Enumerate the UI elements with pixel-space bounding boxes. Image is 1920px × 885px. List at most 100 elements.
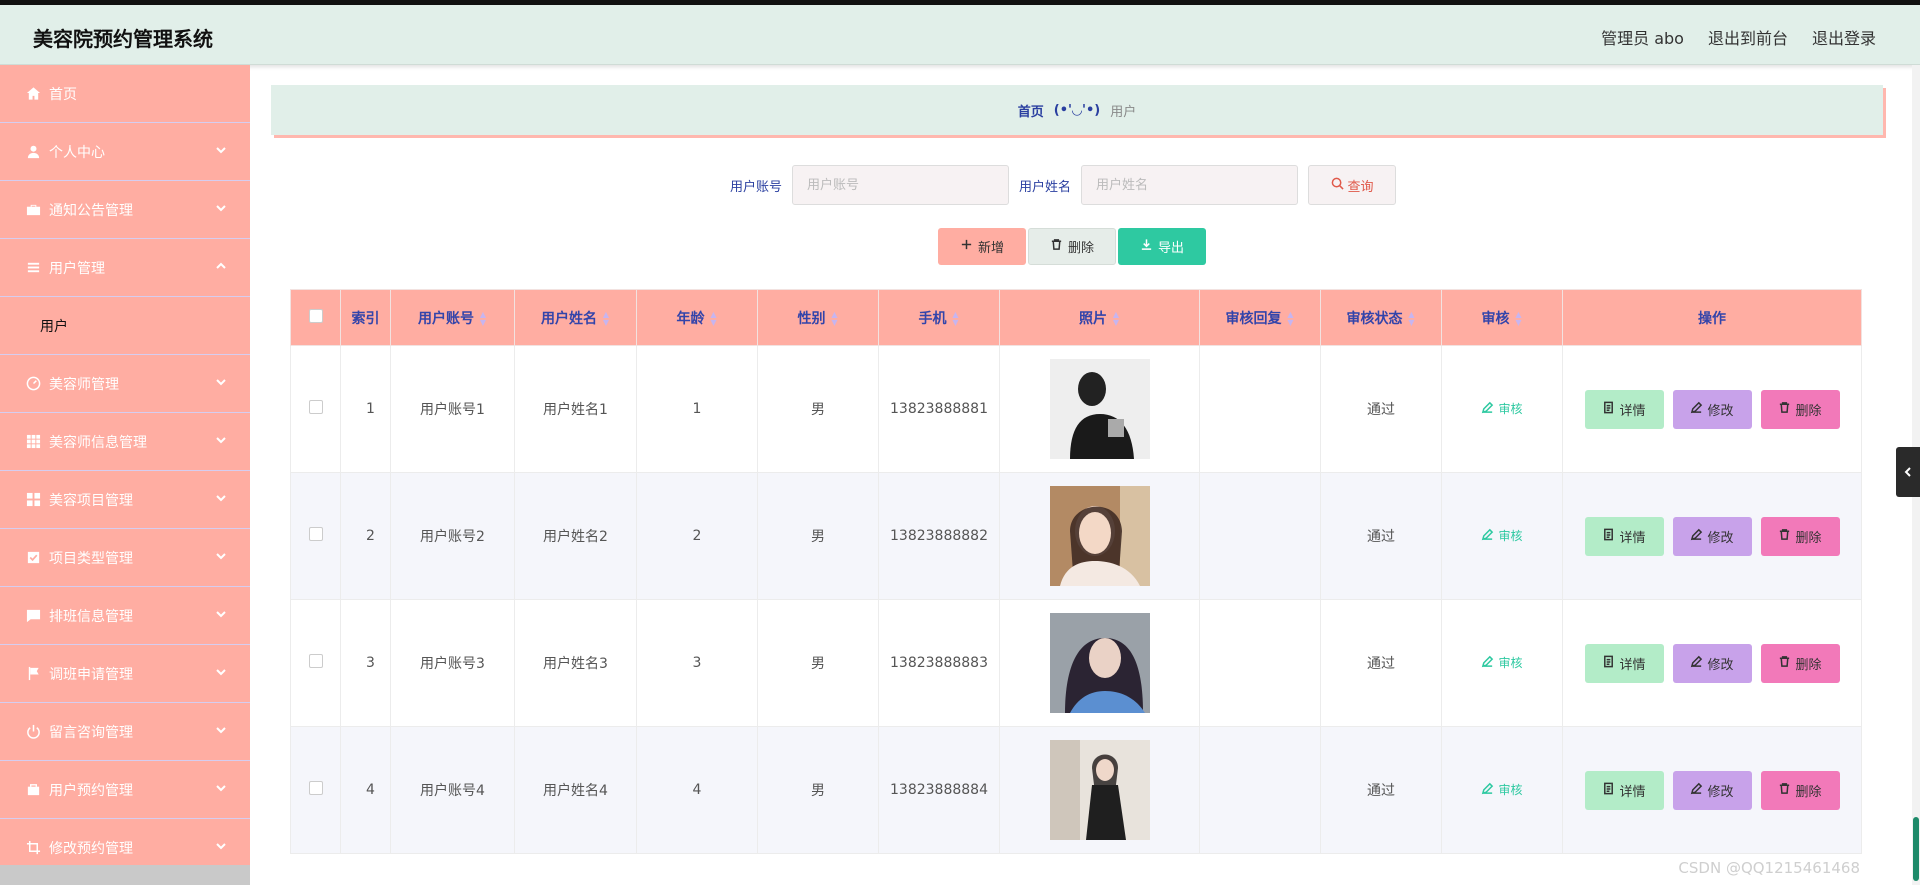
column-header[interactable]: 用户账号 ▲ ▼ — [390, 289, 515, 346]
column-header[interactable]: 审核 ▲ ▼ — [1441, 289, 1563, 346]
sidebar-item-schedule-management[interactable]: 排班信息管理 — [0, 587, 250, 645]
photo-cell — [999, 726, 1200, 854]
detail-button[interactable]: 详情 — [1584, 389, 1664, 429]
column-header[interactable]: 手机 ▲ ▼ — [878, 289, 1000, 346]
collapse-panel-button[interactable] — [1896, 447, 1920, 497]
name-cell: 用户姓名3 — [514, 599, 637, 727]
sort-icon[interactable]: ▲ ▼ — [710, 310, 718, 327]
column-header[interactable]: 索引 — [340, 289, 391, 346]
edit-button[interactable]: 修改 — [1672, 643, 1752, 683]
audit-link[interactable]: 审核 — [1481, 400, 1523, 417]
row-checkbox[interactable] — [308, 400, 323, 414]
delete-button[interactable]: 删除 — [1760, 770, 1840, 810]
export-button-label: 导出 — [1157, 241, 1184, 256]
operations-cell: 详情 修改 删除 — [1562, 726, 1862, 854]
audit-link[interactable]: 审核 — [1481, 781, 1523, 798]
row-select-cell — [290, 726, 341, 854]
sort-icon[interactable]: ▲ ▼ — [831, 310, 839, 327]
sidebar-item-shift-request-management[interactable]: 调班申请管理 — [0, 645, 250, 703]
age-cell: 3 — [636, 599, 758, 727]
sort-icon[interactable]: ▲ ▼ — [1112, 310, 1120, 327]
sidebar-subitem-user[interactable]: 用户 — [0, 297, 250, 355]
column-header[interactable]: 性别 ▲ ▼ — [757, 289, 879, 346]
account-label: 用户账号 — [730, 179, 783, 195]
chevron-down-icon — [214, 665, 228, 679]
name-search-input[interactable] — [1081, 165, 1299, 205]
gender-cell: 男 — [757, 345, 879, 473]
index-cell: 2 — [340, 472, 391, 600]
export-button[interactable]: 导出 — [1118, 228, 1206, 265]
sort-icon[interactable]: ▲ ▼ — [1287, 310, 1295, 327]
row-checkbox[interactable] — [308, 654, 323, 668]
column-header[interactable]: 用户姓名 ▲ ▼ — [514, 289, 637, 346]
edit-icon — [1690, 401, 1703, 418]
sort-icon[interactable]: ▲ ▼ — [1515, 310, 1523, 327]
detail-button[interactable]: 详情 — [1584, 643, 1664, 683]
column-header-label: 年龄 — [676, 310, 705, 327]
delete-button[interactable]: 删除 — [1760, 389, 1840, 429]
detail-button[interactable]: 详情 — [1584, 516, 1664, 556]
sidebar-item-beauty-project-management[interactable]: 美容项目管理 — [0, 471, 250, 529]
batch-delete-button[interactable]: 删除 — [1028, 228, 1116, 265]
row-checkbox[interactable] — [308, 527, 323, 541]
audit-link[interactable]: 审核 — [1481, 527, 1523, 544]
sidebar-item-label: 修改预约管理 — [49, 840, 133, 857]
delete-button[interactable]: 删除 — [1760, 516, 1840, 556]
column-header-label: 审核回复 — [1225, 310, 1282, 327]
sort-icon[interactable]: ▲ ▼ — [1408, 310, 1416, 327]
sidebar-item-beautician-management[interactable]: 美容师管理 — [0, 355, 250, 413]
sidebar-item-user-booking-management[interactable]: 用户预约管理 — [0, 761, 250, 819]
sidebar-item-personal-center[interactable]: 个人中心 — [0, 123, 250, 181]
edit-button-label: 修改 — [1707, 530, 1734, 546]
column-header[interactable]: 审核回复 ▲ ▼ — [1199, 289, 1321, 346]
chevron-down-icon — [214, 201, 228, 215]
column-header[interactable]: 年龄 ▲ ▼ — [636, 289, 758, 346]
index-cell: 1 — [340, 345, 391, 473]
table-row: 4 用户账号4 用户姓名4 4 男 13823888884 通过 审核 详情 修改 删除 — [290, 726, 1862, 854]
edit-icon — [1481, 655, 1494, 671]
sidebar-item-user-management[interactable]: 用户管理 — [0, 239, 250, 297]
sidebar-item-project-type-management[interactable]: 项目类型管理 — [0, 529, 250, 587]
watermark: CSDN @QQ1215461468 — [1678, 859, 1860, 877]
add-button[interactable]: 新增 — [938, 228, 1026, 265]
column-header[interactable]: 照片 ▲ ▼ — [999, 289, 1200, 346]
chevron-left-icon — [1902, 463, 1914, 482]
batch-delete-label: 删除 — [1067, 241, 1094, 256]
admin-user-link[interactable]: 管理员 abo — [1601, 25, 1684, 49]
exit-to-front-link[interactable]: 退出到前台 — [1708, 25, 1788, 49]
row-checkbox[interactable] — [308, 781, 323, 795]
sidebar-item-message-consult-management[interactable]: 留言咨询管理 — [0, 703, 250, 761]
delete-button-label: 删除 — [1795, 403, 1822, 419]
detail-button-label: 详情 — [1619, 530, 1646, 546]
sidebar-item-home[interactable]: 首页 — [0, 65, 250, 123]
page-scrollbar-thumb[interactable] — [1913, 817, 1919, 881]
grid-icon — [25, 434, 41, 450]
audit-status-cell: 通过 — [1320, 345, 1442, 473]
table-row: 2 用户账号2 用户姓名2 2 男 13823888882 通过 审核 详情 修改 删除 — [290, 472, 1862, 600]
detail-button[interactable]: 详情 — [1584, 770, 1664, 810]
document-icon — [1602, 782, 1615, 799]
gender-cell: 男 — [757, 599, 879, 727]
edit-button[interactable]: 修改 — [1672, 516, 1752, 556]
breadcrumb-home[interactable]: 首页 — [1018, 101, 1044, 120]
chevron-down-icon — [214, 549, 228, 563]
trash-icon — [1050, 238, 1063, 255]
audit-link[interactable]: 审核 — [1481, 654, 1523, 671]
sidebar-item-notice-management[interactable]: 通知公告管理 — [0, 181, 250, 239]
column-header[interactable]: 审核状态 ▲ ▼ — [1320, 289, 1442, 346]
query-button[interactable]: 查询 — [1308, 165, 1397, 205]
select-all-checkbox[interactable] — [308, 308, 323, 323]
delete-button[interactable]: 删除 — [1760, 643, 1840, 683]
sort-icon[interactable]: ▲ ▼ — [479, 310, 487, 327]
sort-icon[interactable]: ▲ ▼ — [602, 310, 610, 327]
detail-button-label: 详情 — [1619, 784, 1646, 800]
plus-icon — [960, 238, 973, 255]
sidebar-item-beautician-info-management[interactable]: 美容师信息管理 — [0, 413, 250, 471]
sidebar-item-label: 美容师信息管理 — [49, 434, 147, 451]
logout-link[interactable]: 退出登录 — [1812, 25, 1876, 49]
account-search-input[interactable] — [792, 165, 1010, 205]
edit-button[interactable]: 修改 — [1672, 389, 1752, 429]
sort-icon[interactable]: ▲ ▼ — [952, 310, 960, 327]
row-select-cell — [290, 345, 341, 473]
edit-button[interactable]: 修改 — [1672, 770, 1752, 810]
